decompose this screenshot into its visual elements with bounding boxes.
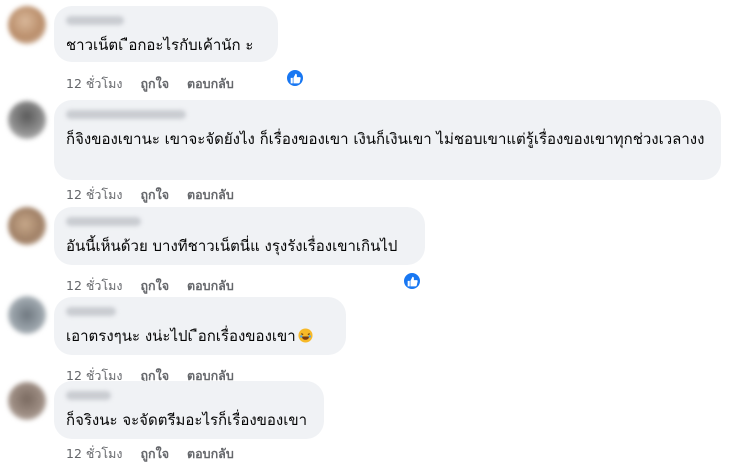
like-button[interactable]: ถูกใจ bbox=[140, 444, 169, 464]
avatar[interactable] bbox=[8, 296, 46, 334]
comment-bubble: เอาตรงๆนะ งน่ะไปเ ือกเรื่องของเขา bbox=[54, 297, 346, 355]
laughing-emoji-icon bbox=[298, 328, 313, 343]
thumbs-up-icon bbox=[407, 276, 418, 286]
avatar[interactable] bbox=[8, 207, 46, 245]
comment-timestamp[interactable]: 12 ชั่วโมง bbox=[66, 185, 122, 205]
comment-bubble: ชาวเน็ตเ ือกอะไรกับเค้านัก ะ bbox=[54, 6, 278, 62]
commenter-name-redacted[interactable] bbox=[66, 307, 116, 316]
commenter-name-redacted[interactable] bbox=[66, 16, 124, 25]
comment-timestamp[interactable]: 12 ชั่วโมง bbox=[66, 74, 122, 94]
comment-bubble: ก็จิงของเขานะ เขาจะจัดยังไง ก็เรื่องของเ… bbox=[54, 100, 721, 180]
reply-button[interactable]: ตอบกลับ bbox=[187, 276, 234, 296]
commenter-name-redacted[interactable] bbox=[66, 110, 186, 119]
comment-timestamp[interactable]: 12 ชั่วโมง bbox=[66, 444, 122, 464]
thumbs-up-icon bbox=[290, 73, 301, 83]
avatar[interactable] bbox=[8, 101, 46, 139]
avatar[interactable] bbox=[8, 382, 46, 420]
comment-actions: 12 ชั่วโมง ถูกใจ ตอบกลับ bbox=[66, 276, 234, 296]
comment-text: ก็จริงนะ จะจัดตรีมอะไรก็เรื่องของเขา bbox=[66, 411, 308, 429]
comment-bubble: อันนี้เห็นด้วย บางทีชาวเน็ตนี่แ งรุงรังเ… bbox=[54, 207, 425, 265]
like-button[interactable]: ถูกใจ bbox=[140, 276, 169, 296]
comment-text: อันนี้เห็นด้วย บางทีชาวเน็ตนี่แ งรุงรังเ… bbox=[66, 237, 398, 255]
reaction-badge[interactable] bbox=[285, 68, 305, 88]
comment-text: เอาตรงๆนะ งน่ะไปเ ือกเรื่องของเขา bbox=[66, 325, 313, 347]
reaction-badge[interactable] bbox=[402, 271, 422, 291]
reply-button[interactable]: ตอบกลับ bbox=[187, 74, 234, 94]
comment-actions: 12 ชั่วโมง ถูกใจ ตอบกลับ bbox=[66, 185, 234, 205]
comment-actions: 12 ชั่วโมง ถูกใจ ตอบกลับ bbox=[66, 444, 234, 464]
like-button[interactable]: ถูกใจ bbox=[140, 74, 169, 94]
comment-bubble: ก็จริงนะ จะจัดตรีมอะไรก็เรื่องของเขา bbox=[54, 381, 324, 439]
avatar[interactable] bbox=[8, 6, 46, 44]
reply-button[interactable]: ตอบกลับ bbox=[187, 444, 234, 464]
comment-timestamp[interactable]: 12 ชั่วโมง bbox=[66, 276, 122, 296]
commenter-name-redacted[interactable] bbox=[66, 217, 141, 226]
comment-actions: 12 ชั่วโมง ถูกใจ ตอบกลับ bbox=[66, 74, 234, 94]
like-button[interactable]: ถูกใจ bbox=[140, 185, 169, 205]
comment-text: ชาวเน็ตเ ือกอะไรกับเค้านัก ะ bbox=[66, 36, 254, 54]
commenter-name-redacted[interactable] bbox=[66, 391, 111, 400]
reply-button[interactable]: ตอบกลับ bbox=[187, 185, 234, 205]
comment-text: ก็จิงของเขานะ เขาจะจัดยังไง ก็เรื่องของเ… bbox=[66, 130, 705, 148]
comment-text-body: เอาตรงๆนะ งน่ะไปเ ือกเรื่องของเขา bbox=[66, 327, 296, 345]
